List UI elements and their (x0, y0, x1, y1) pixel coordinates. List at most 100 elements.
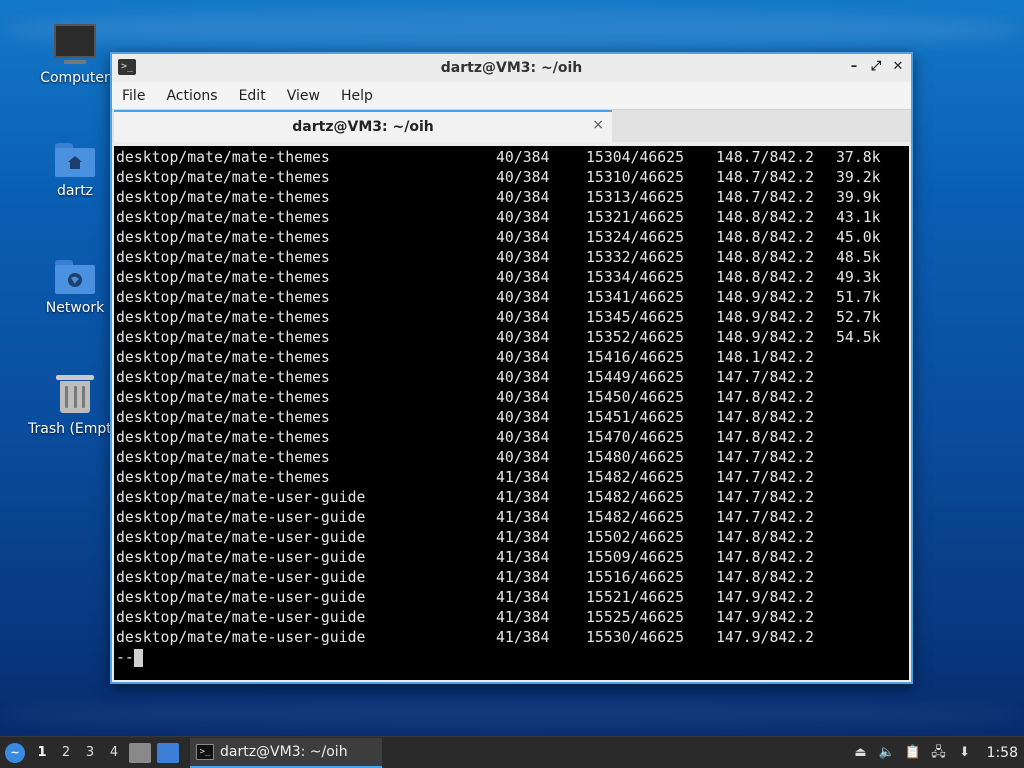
terminal-prompt: -- (116, 648, 143, 668)
package-progress: 40/384 (496, 429, 550, 446)
file-progress: 15332/46625 (586, 249, 684, 266)
network-icon[interactable]: 🖧 (931, 745, 947, 761)
terminal-line: desktop/mate/mate-user-guide 41/384 15521/… (114, 588, 909, 608)
package-progress: 41/384 (496, 469, 550, 486)
desktop-icon-label: Trash (Empty) (28, 421, 123, 437)
package-progress: 40/384 (496, 209, 550, 226)
file-progress: 15449/46625 (586, 369, 684, 386)
desktop-icon-label: Network (45, 300, 105, 316)
size-progress: 148.8/842.2 (716, 229, 814, 246)
size-progress: 147.7/842.2 (716, 469, 814, 486)
terminal-prompt-line: -- (114, 648, 909, 668)
terminal-line: desktop/mate/mate-user-guide 41/384 15525/… (114, 608, 909, 628)
desktop-icon-computer[interactable]: Computer (27, 24, 123, 86)
package-progress: 40/384 (496, 249, 550, 266)
file-progress: 15324/46625 (586, 229, 684, 246)
file-manager-icon[interactable] (129, 742, 151, 763)
eject-icon[interactable]: ⏏ (853, 745, 869, 761)
menu-help[interactable]: Help (341, 88, 373, 104)
package-path: desktop/mate/mate-themes (116, 469, 330, 486)
file-progress: 15416/46625 (586, 349, 684, 366)
size-progress: 148.9/842.2 (716, 289, 814, 306)
size-progress: 147.8/842.2 (716, 389, 814, 406)
workspace-3[interactable]: 3 (78, 745, 102, 760)
wallpaper-wave (0, 700, 1024, 730)
desktop-icon-network[interactable]: Network (27, 260, 123, 316)
size-progress: 148.1/842.2 (716, 349, 814, 366)
package-path: desktop/mate/mate-user-guide (116, 549, 366, 566)
size-progress: 147.9/842.2 (716, 609, 814, 626)
package-path: desktop/mate/mate-themes (116, 349, 330, 366)
clipboard-icon[interactable]: 📋 (905, 745, 921, 761)
terminal-line: desktop/mate/mate-themes 40/384 15310/4662… (114, 168, 909, 188)
file-progress: 15521/46625 (586, 589, 684, 606)
menu-view[interactable]: View (287, 88, 320, 104)
network-folder-icon (55, 260, 95, 294)
tab-close-icon[interactable]: × (592, 117, 604, 133)
package-path: desktop/mate/mate-themes (116, 409, 330, 426)
package-progress: 41/384 (496, 509, 550, 526)
taskbar-item-terminal[interactable]: >_ dartz@VM3: ~/oih (190, 737, 382, 768)
size-progress: 148.9/842.2 (716, 329, 814, 346)
size-progress: 147.8/842.2 (716, 569, 814, 586)
terminal-line: desktop/mate/mate-user-guide 41/384 15516/… (114, 568, 909, 588)
package-path: desktop/mate/mate-user-guide (116, 529, 366, 546)
file-progress: 15304/46625 (586, 149, 684, 166)
file-progress: 15470/46625 (586, 429, 684, 446)
menu-actions[interactable]: Actions (166, 88, 217, 104)
file-progress: 15450/46625 (586, 389, 684, 406)
desktop-icon-home[interactable]: dartz (27, 143, 123, 199)
package-progress: 40/384 (496, 289, 550, 306)
start-menu-button[interactable]: ~ (0, 738, 30, 768)
package-progress: 41/384 (496, 609, 550, 626)
show-desktop-icon[interactable] (157, 742, 179, 763)
desktop-icon-label: Computer (40, 70, 110, 86)
file-progress: 15345/46625 (586, 309, 684, 326)
package-progress: 41/384 (496, 549, 550, 566)
file-progress: 15334/46625 (586, 269, 684, 286)
terminal-line: desktop/mate/mate-themes 40/384 15341/4662… (114, 288, 909, 308)
terminal-line: desktop/mate/mate-themes 40/384 15345/4662… (114, 308, 909, 328)
package-path: desktop/mate/mate-themes (116, 229, 330, 246)
terminal-window[interactable]: >_ dartz@VM3: ~/oih – ⤢ ✕ File Actions E… (110, 52, 913, 684)
file-progress: 15516/46625 (586, 569, 684, 586)
terminal-cursor (133, 649, 143, 667)
size-progress: 148.7/842.2 (716, 169, 814, 186)
terminal-line: desktop/mate/mate-user-guide 41/384 15502/… (114, 528, 909, 548)
package-progress: 40/384 (496, 169, 550, 186)
home-folder-icon (55, 143, 95, 177)
window-titlebar[interactable]: >_ dartz@VM3: ~/oih – ⤢ ✕ (112, 54, 911, 82)
terminal-output[interactable]: desktop/mate/mate-themes 40/384 15304/4662… (114, 146, 909, 680)
clock[interactable]: 1:58 (987, 745, 1018, 761)
minimize-button[interactable]: – (845, 58, 863, 76)
size-progress: 147.8/842.2 (716, 529, 814, 546)
terminal-app-icon[interactable]: >_ (118, 59, 136, 75)
size-progress: 147.7/842.2 (716, 449, 814, 466)
updates-icon[interactable]: ⬇ (957, 745, 973, 761)
workspace-1[interactable]: 1 (30, 745, 54, 760)
volume-icon[interactable]: 🔈 (879, 745, 895, 761)
file-progress: 15313/46625 (586, 189, 684, 206)
package-path: desktop/mate/mate-themes (116, 289, 330, 306)
desktop-icon-trash[interactable]: Trash (Empty) (27, 375, 123, 437)
package-progress: 40/384 (496, 329, 550, 346)
package-path: desktop/mate/mate-user-guide (116, 569, 366, 586)
close-button[interactable]: ✕ (889, 58, 907, 76)
window-title: dartz@VM3: ~/oih (440, 60, 583, 76)
trash-icon (56, 375, 94, 413)
tab-terminal[interactable]: dartz@VM3: ~/oih × (114, 110, 612, 142)
workspace-2[interactable]: 2 (54, 745, 78, 760)
prompt-text: -- (116, 649, 134, 666)
terminal-line: desktop/mate/mate-themes 40/384 15449/4662… (114, 368, 909, 388)
package-progress: 40/384 (496, 309, 550, 326)
file-progress: 15480/46625 (586, 449, 684, 466)
package-path: desktop/mate/mate-themes (116, 389, 330, 406)
workspace-4[interactable]: 4 (102, 745, 126, 760)
menu-edit[interactable]: Edit (239, 88, 266, 104)
size-progress: 147.8/842.2 (716, 549, 814, 566)
menu-file[interactable]: File (122, 88, 145, 104)
maximize-button[interactable]: ⤢ (867, 58, 885, 76)
terminal-line: desktop/mate/mate-themes 40/384 15451/4662… (114, 408, 909, 428)
terminal-line: desktop/mate/mate-themes 40/384 15416/4662… (114, 348, 909, 368)
size-progress: 147.8/842.2 (716, 409, 814, 426)
